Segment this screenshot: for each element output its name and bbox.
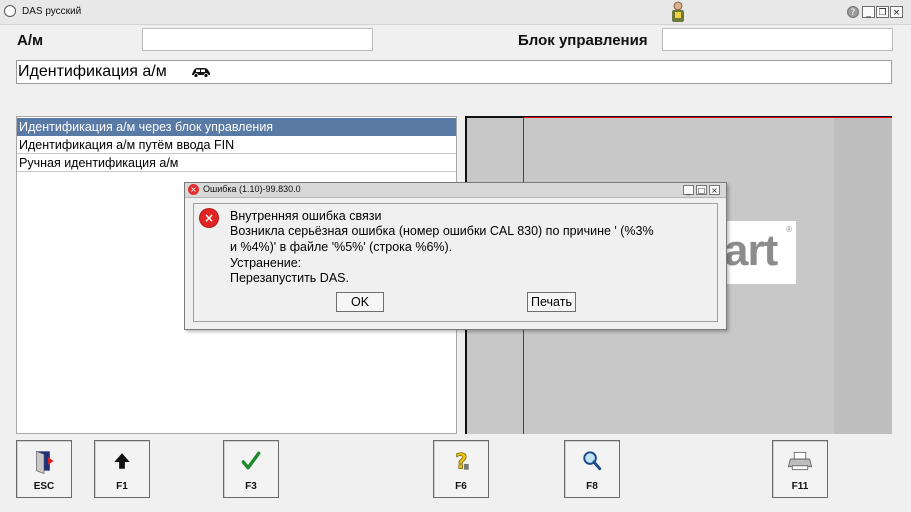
user-avatar-icon xyxy=(672,1,684,22)
up-arrow-icon xyxy=(114,453,130,469)
error-message-line-1: Возникла серьёзная ошибка (номер ошибки … xyxy=(230,224,654,238)
print-button[interactable]: Печать xyxy=(527,292,576,312)
f3-button[interactable]: F3 xyxy=(223,440,279,498)
esc-button[interactable]: ESC xyxy=(16,440,72,498)
section-title: Идентификация а/м xyxy=(18,63,167,80)
svg-text:?: ? xyxy=(455,450,467,475)
printer-icon xyxy=(787,451,813,471)
f3-label: F3 xyxy=(245,481,257,492)
f11-button[interactable]: F11 xyxy=(772,440,828,498)
brand-logo-text: art xyxy=(724,226,778,275)
list-item-manual[interactable]: Ручная идентификация а/м xyxy=(17,154,456,172)
f6-button[interactable]: ? F6 xyxy=(433,440,489,498)
f1-label: F1 xyxy=(116,481,128,492)
close-window-button[interactable]: × xyxy=(890,6,903,18)
dialog-minimize-button[interactable]: _ xyxy=(683,185,694,195)
help-window-button[interactable]: ? xyxy=(847,6,859,18)
dialog-error-small-icon: × xyxy=(188,184,199,195)
f8-button[interactable]: F8 xyxy=(564,440,620,498)
magnifier-icon xyxy=(583,451,602,471)
dialog-maximize-button[interactable]: □ xyxy=(696,185,707,195)
remedy-label: Устранение: xyxy=(230,256,302,270)
vehicle-field[interactable] xyxy=(142,28,373,51)
control-unit-label: Блок управления xyxy=(518,32,648,49)
minimize-window-button[interactable]: _ xyxy=(862,6,875,18)
ok-button[interactable]: OK xyxy=(336,292,384,312)
dialog-close-button[interactable]: × xyxy=(709,185,720,195)
window-title: DAS русский xyxy=(22,6,82,17)
vehicle-label: А/м xyxy=(17,32,44,49)
f6-label: F6 xyxy=(455,481,467,492)
error-dialog-title: Ошибка (1.10)-99.830.0 xyxy=(203,184,301,194)
list-item-via-fin[interactable]: Идентификация а/м путём ввода FIN xyxy=(17,136,456,154)
error-message-line-2: и %4%)' в файле '%5%' (строка %6%). xyxy=(230,240,453,254)
f1-button[interactable]: F1 xyxy=(94,440,150,498)
remedy-text: Перезапустить DAS. xyxy=(230,271,349,285)
error-heading: Внутренняя ошибка связи xyxy=(230,209,382,223)
mercedes-star-icon xyxy=(4,5,16,17)
f11-label: F11 xyxy=(791,481,809,492)
help-question-icon: ? xyxy=(455,449,469,475)
panel-shade xyxy=(834,118,892,434)
esc-label: ESC xyxy=(33,481,55,492)
control-unit-field[interactable] xyxy=(662,28,893,51)
list-item-via-control-unit[interactable]: Идентификация а/м через блок управления xyxy=(17,118,456,136)
title-bar xyxy=(0,0,911,25)
brand-registered-mark: ® xyxy=(786,225,792,234)
panel-guide-horizontal xyxy=(524,117,892,118)
exit-door-icon xyxy=(35,450,54,474)
error-icon: × xyxy=(200,209,218,227)
car-icon xyxy=(192,68,210,78)
restore-window-button[interactable]: ❐ xyxy=(876,6,889,18)
f8-label: F8 xyxy=(586,481,598,492)
checkmark-icon xyxy=(241,451,261,470)
